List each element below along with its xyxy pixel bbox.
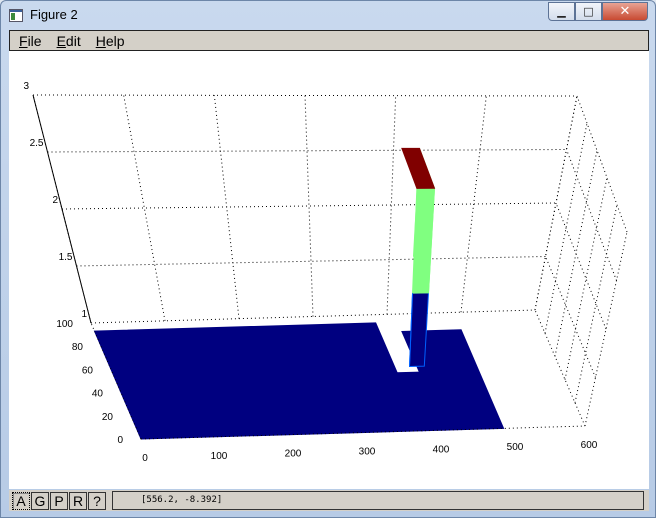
figure-app-icon — [9, 9, 23, 22]
y-tick-label: 60 — [82, 365, 94, 376]
menu-help-rest: elp — [105, 32, 125, 49]
menu-edit[interactable]: Edit — [57, 33, 81, 49]
close-icon: ✕ — [619, 4, 631, 19]
grid-line — [564, 177, 608, 380]
x-tick-label: 300 — [359, 447, 376, 458]
z-tick-label: 3 — [23, 81, 29, 92]
toolbar-button-r[interactable]: R — [69, 491, 87, 510]
plot-canvas[interactable]: 0 100 200 300 400 500 600 0 20 40 60 80 100 1 1.5 2 2.5 3 — [9, 51, 649, 489]
y-tick-label: 0 — [117, 435, 123, 446]
grid-line — [32, 94, 578, 97]
grid-line — [574, 204, 618, 403]
x-tick-label: 500 — [507, 442, 524, 453]
z-tick-label: 1 — [81, 309, 87, 320]
z-tick-label: 1.5 — [59, 252, 73, 263]
window-title: Figure 2 — [30, 7, 78, 22]
menu-bar: File Edit Help — [9, 30, 649, 51]
grid-line — [576, 95, 628, 233]
y-tick-label: 40 — [92, 389, 104, 400]
minimize-icon: ▁ — [557, 5, 566, 18]
minimize-button[interactable]: ▁ — [548, 2, 575, 21]
surface-plot[interactable]: 0 100 200 300 400 500 600 0 20 40 60 80 100 1 1.5 2 2.5 3 — [9, 51, 649, 489]
toolbar-button-a[interactable]: A — [12, 491, 30, 510]
close-button[interactable]: ✕ — [602, 2, 648, 21]
x-tick-label: 600 — [581, 440, 598, 451]
menu-file-mnemonic: F — [19, 32, 28, 49]
menu-edit-rest: dit — [65, 32, 81, 49]
z-tick-label: 2 — [52, 195, 58, 206]
grid-line — [545, 256, 596, 378]
x-tick-label: 0 — [142, 453, 148, 464]
y-tick-label: 80 — [72, 342, 84, 353]
grid-line — [555, 202, 607, 330]
y-tick-label: 100 — [56, 319, 73, 330]
maximize-button[interactable]: □ — [575, 2, 602, 21]
grid-line — [76, 256, 546, 267]
toolbar-button-help[interactable]: ? — [88, 491, 106, 510]
z-tick-label: 2.5 — [30, 138, 44, 149]
title-bar[interactable]: Figure 2 ▁ □ ✕ — [1, 1, 655, 29]
x-tick-label: 200 — [285, 449, 302, 460]
x-tick-label: 400 — [433, 444, 450, 455]
maximize-icon: □ — [583, 5, 594, 18]
y-tick-label: 20 — [102, 412, 114, 423]
grid-line — [554, 150, 598, 357]
coordinate-readout: [556.2, -8.392] — [112, 491, 644, 510]
menu-file-rest: ile — [27, 32, 42, 49]
x-tick-label: 100 — [211, 451, 228, 462]
menu-edit-mnemonic: E — [56, 32, 66, 49]
toolbar-button-g[interactable]: G — [31, 491, 49, 510]
surface-floor-left — [93, 322, 423, 440]
toolbar-button-p[interactable]: P — [50, 491, 68, 510]
block-top — [401, 147, 436, 189]
menu-file[interactable]: File — [19, 33, 42, 49]
status-bar: A G P R ? [556.2, -8.392] — [9, 490, 649, 511]
grid-line — [566, 149, 617, 281]
grid-line — [534, 309, 586, 427]
menu-help-mnemonic: H — [95, 32, 106, 49]
figure-window: Figure 2 ▁ □ ✕ File Edit Help 0 100 200 300… — [0, 0, 656, 518]
menu-help[interactable]: Help — [96, 33, 125, 49]
